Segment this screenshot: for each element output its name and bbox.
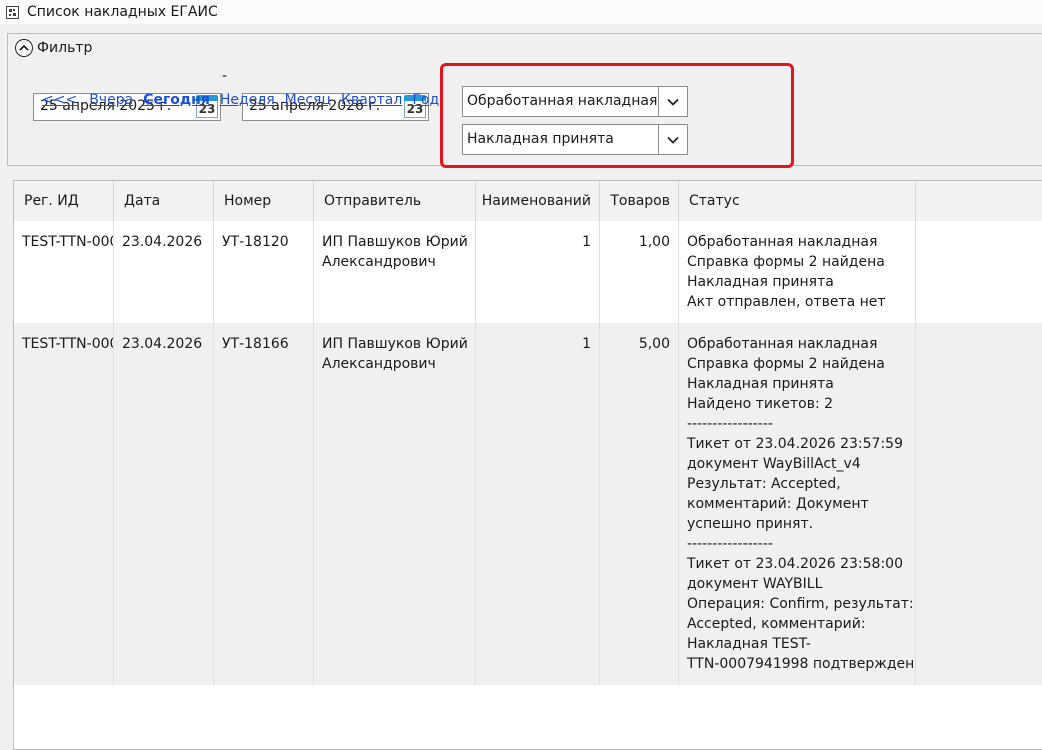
status-line: Найдено тикетов: 2: [687, 396, 834, 412]
date-separator: -: [222, 68, 228, 84]
status-line: -----------------: [687, 416, 773, 432]
filter-toggle[interactable]: Фильтр: [15, 39, 92, 57]
period-link-prev[interactable]: <<<: [42, 92, 77, 108]
status-line: -----------------: [687, 536, 773, 552]
status-line: Накладная принята: [687, 376, 834, 392]
cell-items: 1: [476, 323, 600, 685]
table-header: Рег. ИД Дата Номер Отправитель Наименова…: [14, 181, 1042, 222]
cell-sender: ИП Павшуков Юрий Александрович: [314, 323, 476, 685]
period-link-year[interactable]: Год: [412, 92, 439, 108]
status-line: успешно принят.: [687, 516, 814, 532]
status-line: документ WAYBILL: [687, 576, 823, 592]
period-link-today[interactable]: Сегодня: [143, 92, 210, 108]
column-header-reg-id[interactable]: Рег. ИД: [14, 181, 114, 221]
status-line: TTN-0007941998 подтверждена: [687, 656, 916, 672]
filter-label: Фильтр: [37, 40, 93, 56]
status-line: Справка формы 2 найдена: [687, 254, 885, 270]
status-line: Тикет от 23.04.2026 23:58:00: [687, 556, 903, 572]
status-line: Обработанная накладная: [687, 336, 878, 352]
period-link-week[interactable]: Неделя: [220, 92, 275, 108]
status-line: комментарий: Документ: [687, 496, 869, 512]
cell-number: УТ-18120: [214, 221, 314, 323]
cell-items: 1: [476, 221, 600, 323]
status-line: Акт отправлен, ответа нет: [687, 294, 886, 310]
column-header-number[interactable]: Номер: [214, 181, 314, 221]
status-line: Накладная принята: [687, 274, 834, 290]
period-links: <<< Вчера Сегодня Неделя Месяц Квартал Г…: [42, 92, 449, 108]
cell-goods: 5,00: [600, 323, 679, 685]
cell-reg-id: TEST-TTN-0007941998: [14, 221, 114, 323]
app-icon: [6, 5, 19, 19]
table-row[interactable]: TEST-TTN-0007941998 23.04.2026 УТ-18120 …: [14, 221, 1042, 323]
cell-sender: ИП Павшуков Юрий Александрович: [314, 221, 476, 323]
column-header-date[interactable]: Дата: [114, 181, 214, 221]
cell-goods: 1,00: [600, 221, 679, 323]
cell-reg-id: TEST-TTN-0007941998: [14, 323, 114, 685]
status-line: Тикет от 23.04.2026 23:57:59: [687, 436, 903, 452]
column-header-status[interactable]: Статус: [679, 181, 916, 221]
status-line: Обработанная накладная: [687, 234, 878, 250]
period-link-quarter[interactable]: Квартал: [341, 92, 402, 108]
cell-status: Обработанная накладная Справка формы 2 н…: [679, 323, 916, 685]
cell-number: УТ-18166: [214, 323, 314, 685]
cell-status: Обработанная накладная Справка формы 2 н…: [679, 221, 916, 323]
column-header-sender[interactable]: Отправитель: [314, 181, 476, 221]
period-link-yesterday[interactable]: Вчера: [89, 92, 133, 108]
status-line: документ WayBillAct_v4: [687, 456, 861, 472]
status-line: Справка формы 2 найдена: [687, 356, 885, 372]
status-line: Результат: Accepted,: [687, 476, 841, 492]
table-row[interactable]: TEST-TTN-0007941998 23.04.2026 УТ-18166 …: [14, 323, 1042, 685]
invoice-table: Рег. ИД Дата Номер Отправитель Наименова…: [13, 180, 1042, 750]
title-bar: Список накладных ЕГАИС: [0, 0, 1042, 24]
chevron-up-icon[interactable]: [15, 39, 33, 57]
cell-date: 23.04.2026: [114, 221, 214, 323]
period-link-month[interactable]: Месяц: [285, 92, 331, 108]
status-line: Операция: Confirm, результат:: [687, 596, 914, 612]
status-line: Накладная TEST-: [687, 636, 811, 652]
column-header-items[interactable]: Наименований: [476, 181, 600, 221]
cell-date: 23.04.2026: [114, 323, 214, 685]
column-header-goods[interactable]: Товаров: [600, 181, 679, 221]
highlight-annotation: [440, 63, 794, 168]
column-header-empty: [916, 181, 1042, 221]
status-line: Accepted, комментарий:: [687, 616, 866, 632]
window-title: Список накладных ЕГАИС: [27, 4, 218, 20]
